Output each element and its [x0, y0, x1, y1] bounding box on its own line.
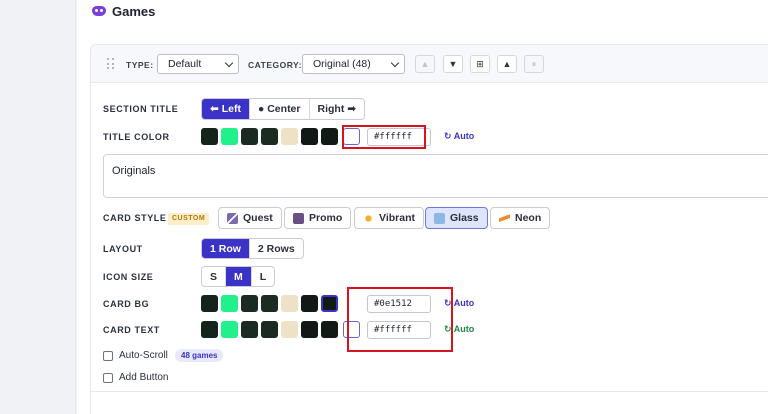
style-glass-label: Glass — [450, 212, 479, 224]
glass-icon — [434, 212, 445, 224]
category-label: CATEGORY: — [248, 60, 302, 70]
card-bg-swatch-5[interactable] — [281, 295, 298, 312]
chevron-down-icon — [390, 58, 400, 68]
layout-2-rows-option[interactable]: 2 Rows — [250, 239, 303, 258]
section-title-input[interactable]: Originals — [103, 154, 768, 198]
style-neon-label: Neon — [515, 212, 542, 224]
card-text-swatch-2[interactable] — [221, 321, 238, 338]
highlight-box — [347, 287, 453, 352]
title-color-swatch-5[interactable] — [281, 128, 298, 145]
title-color-swatch-1[interactable] — [201, 128, 218, 145]
style-quest-label: Quest — [243, 212, 273, 224]
add-button-row[interactable]: Add Button — [103, 372, 168, 383]
title-color-auto-button[interactable]: ↻ Auto — [444, 131, 474, 142]
title-color-swatch-3[interactable] — [241, 128, 258, 145]
auto-scroll-checkbox[interactable] — [103, 350, 113, 361]
layout-toggle: 1 Row 2 Rows — [201, 238, 304, 259]
style-quest-button[interactable]: Quest — [218, 207, 282, 229]
section-header: Games — [92, 2, 155, 20]
drag-handle-icon[interactable] — [107, 58, 115, 70]
pause-button[interactable]: ⏸ — [524, 55, 544, 73]
card-bg-swatch-1[interactable] — [201, 295, 218, 312]
layout-1-row-option[interactable]: 1 Row — [202, 239, 250, 258]
gamepad-icon — [92, 6, 106, 16]
lightning-icon — [499, 212, 510, 224]
card-text-swatch-6[interactable] — [301, 321, 318, 338]
card-text-swatch-7[interactable] — [321, 321, 338, 338]
move-up-button[interactable]: ▲ — [415, 55, 435, 73]
card-text-swatch-4[interactable] — [261, 321, 278, 338]
sparkle-icon — [363, 212, 374, 224]
custom-badge: CUSTOM — [168, 213, 210, 225]
icon-size-m-option[interactable]: M — [226, 267, 252, 286]
style-vibrant-button[interactable]: Vibrant — [354, 207, 424, 229]
type-select-value: Default — [168, 58, 202, 70]
type-select[interactable]: Default — [157, 54, 239, 74]
section-title-label: SECTION TITLE — [103, 104, 179, 114]
type-label: TYPE: — [126, 60, 154, 70]
category-select[interactable]: Original (48) — [302, 54, 405, 74]
card-bg-swatch-2[interactable] — [221, 295, 238, 312]
card-text-swatch-3[interactable] — [241, 321, 258, 338]
icon-size-toggle: S M L — [201, 266, 276, 287]
align-left-option[interactable]: ⬅ Left — [202, 99, 250, 119]
card-text-label: CARD TEXT — [103, 325, 160, 335]
games-count-badge: 48 games — [175, 349, 224, 362]
title-color-swatch-6[interactable] — [301, 128, 318, 145]
align-right-option[interactable]: Right ➡ — [310, 99, 365, 119]
style-glass-button[interactable]: Glass — [425, 207, 488, 229]
title-color-swatch-7[interactable] — [321, 128, 338, 145]
header-title: Games — [112, 3, 156, 19]
auto-scroll-row[interactable]: Auto-Scroll — [103, 350, 168, 361]
style-vibrant-label: Vibrant — [379, 212, 415, 224]
left-sidebar-strip — [0, 0, 76, 414]
chevron-down-icon — [224, 58, 234, 68]
move-down-button[interactable]: ▼ — [443, 55, 463, 73]
title-color-swatch-4[interactable] — [261, 128, 278, 145]
add-button-checkbox[interactable] — [103, 372, 113, 383]
swords-icon — [227, 212, 238, 224]
card-bg-swatch-4[interactable] — [261, 295, 278, 312]
card-bg-swatch-7-selected[interactable] — [321, 295, 338, 312]
style-promo-label: Promo — [309, 212, 343, 224]
card-style-label: CARD STYLE — [103, 213, 167, 223]
card-bg-swatch-6[interactable] — [301, 295, 318, 312]
title-color-label: TITLE COLOR — [103, 132, 170, 142]
card-bg-label: CARD BG — [103, 299, 150, 309]
auto-scroll-label: Auto-Scroll — [119, 350, 168, 361]
style-promo-button[interactable]: Promo — [284, 207, 352, 229]
title-color-swatch-2[interactable] — [221, 128, 238, 145]
style-neon-button[interactable]: Neon — [490, 207, 551, 229]
divider — [91, 391, 768, 392]
category-select-value: Original (48) — [313, 58, 371, 70]
grid-button[interactable]: ⊞ — [470, 55, 490, 73]
card-text-swatch-5[interactable] — [281, 321, 298, 338]
icon-size-s-option[interactable]: S — [202, 267, 227, 286]
align-center-option[interactable]: ● Center — [250, 99, 310, 119]
collapse-button[interactable]: ▲ — [497, 55, 517, 73]
card-text-swatch-1[interactable] — [201, 321, 218, 338]
card-bg-swatch-3[interactable] — [241, 295, 258, 312]
book-icon — [293, 212, 304, 224]
add-button-label: Add Button — [119, 372, 169, 383]
highlight-box — [342, 125, 426, 149]
layout-label: LAYOUT — [103, 244, 143, 254]
section-toolbar: TYPE: Default CATEGORY: Original (48) ▲ … — [91, 45, 768, 83]
section-title-alignment: ⬅ Left ● Center Right ➡ — [201, 98, 366, 120]
icon-size-l-option[interactable]: L — [252, 267, 274, 286]
icon-size-label: ICON SIZE — [103, 272, 154, 282]
